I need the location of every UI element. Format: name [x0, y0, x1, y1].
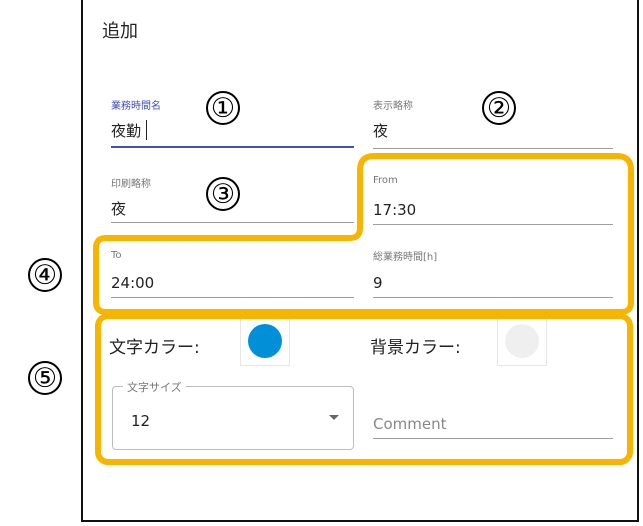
highlight-frame-5 — [95, 313, 633, 465]
highlight-frame-3-4 — [93, 153, 634, 315]
callout-4: ④ — [28, 258, 62, 292]
callout-3: ③ — [206, 177, 240, 211]
highlight-overlay — [93, 153, 634, 465]
callout-2: ② — [482, 91, 516, 125]
callout-1: ① — [206, 91, 240, 125]
callout-5: ⑤ — [28, 361, 62, 395]
